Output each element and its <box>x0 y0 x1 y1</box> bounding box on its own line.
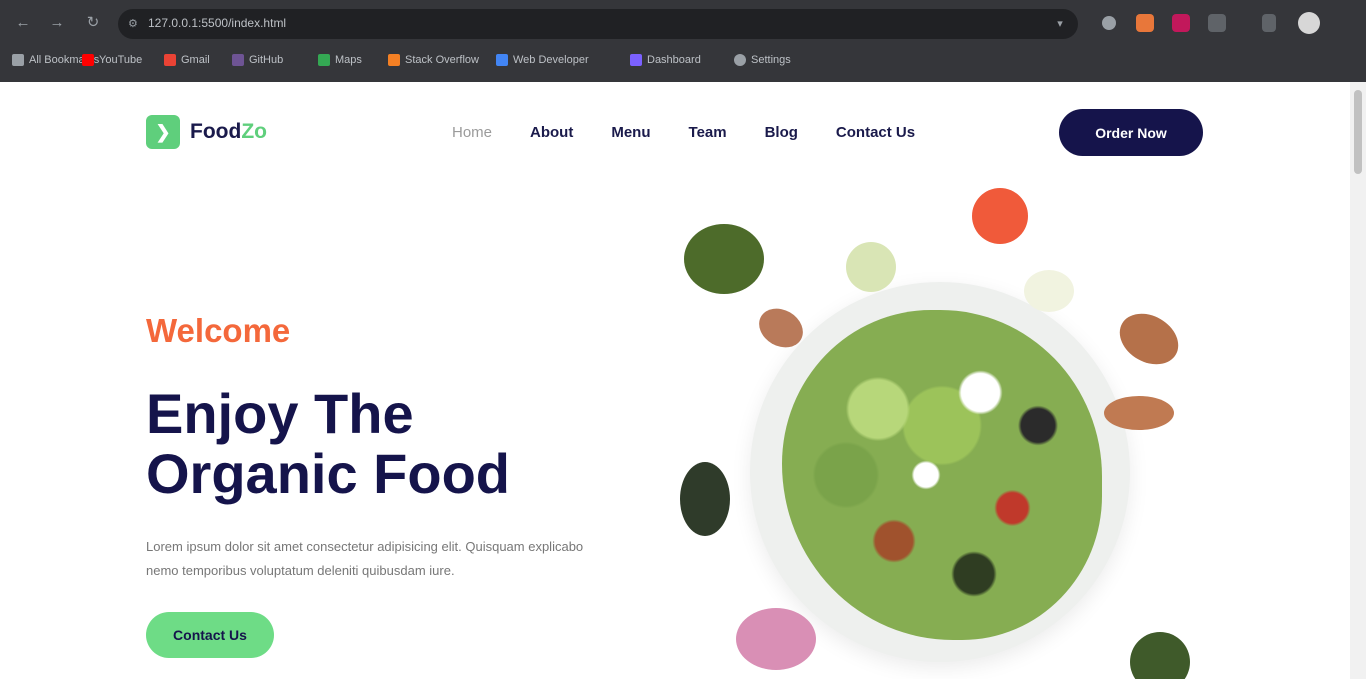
welcome-heading: Welcome <box>146 312 291 349</box>
browser-chrome: ← → ↻ ⚙ 127.0.0.1:5500/index.html ▾ All … <box>0 0 1366 82</box>
youtube-icon <box>82 54 94 66</box>
nav-home[interactable]: Home <box>452 124 492 141</box>
hero-description: Lorem ipsum dolor sit amet consectetur a… <box>146 539 584 578</box>
maps-icon <box>318 54 330 66</box>
url-text[interactable]: 127.0.0.1:5500/index.html <box>148 16 286 30</box>
extension-icon[interactable] <box>1172 14 1190 32</box>
hero-salad-image <box>670 182 1200 679</box>
forward-icon[interactable]: → <box>46 12 68 34</box>
nav-contact[interactable]: Contact Us <box>836 124 915 141</box>
almond-garnish <box>1110 303 1188 375</box>
nav-menu[interactable]: Menu <box>611 124 650 141</box>
folder-icon <box>12 54 24 66</box>
main-nav: Home About Menu Team Blog Contact Us <box>452 124 915 141</box>
calendar-icon <box>496 54 508 66</box>
sidebar-icon[interactable] <box>1262 14 1276 32</box>
cheese-garnish <box>1024 270 1074 312</box>
headline-line-1: Enjoy The <box>146 382 414 445</box>
bookmark-item[interactable]: Dashboard <box>630 52 701 68</box>
settings-icon <box>734 54 746 66</box>
nav-team[interactable]: Team <box>689 124 727 141</box>
web-page: ❯ FoodZo Home About Menu Team Blog Conta… <box>0 82 1350 679</box>
reload-icon[interactable]: ↻ <box>82 12 104 34</box>
bookmark-item[interactable]: GitHub <box>232 52 283 68</box>
stackoverflow-icon <box>388 54 400 66</box>
contact-us-button[interactable]: Contact Us <box>146 612 274 658</box>
bookmarks-bar: All Bookmarks YouTube Gmail GitHub Maps … <box>0 46 1366 74</box>
bookmark-item[interactable]: Maps <box>318 52 362 68</box>
chevron-down-icon[interactable]: ▾ <box>1052 16 1068 32</box>
onion-garnish <box>736 608 816 670</box>
scrollbar-thumb[interactable] <box>1354 90 1362 174</box>
leaf-logo-icon: ❯ <box>146 115 180 149</box>
dashboard-icon <box>630 54 642 66</box>
browser-toolbar: ← → ↻ ⚙ 127.0.0.1:5500/index.html ▾ <box>0 0 1366 46</box>
nav-blog[interactable]: Blog <box>765 124 798 141</box>
profile-avatar[interactable] <box>1298 12 1320 34</box>
logo-text: FoodZo <box>190 120 267 143</box>
herb-garnish <box>1130 632 1190 679</box>
site-logo[interactable]: ❯ FoodZo <box>146 115 267 149</box>
almond-garnish <box>1104 396 1174 430</box>
hero-headline: Enjoy The Organic Food <box>146 384 646 504</box>
cauliflower-garnish <box>846 242 896 292</box>
bookmark-item[interactable]: Stack Overflow <box>388 52 479 68</box>
site-info-icon[interactable]: ⚙ <box>128 17 142 31</box>
address-bar[interactable]: ⚙ 127.0.0.1:5500/index.html ▾ <box>118 9 1078 39</box>
spinach-leaf-garnish <box>680 462 730 536</box>
headline-line-2: Organic Food <box>146 442 510 505</box>
gmail-icon <box>164 54 176 66</box>
bookmark-item[interactable]: YouTube <box>82 52 142 68</box>
tomato-garnish <box>972 188 1028 244</box>
search-extension-icon[interactable] <box>1102 16 1116 30</box>
extension-icon[interactable] <box>1136 14 1154 32</box>
bookmark-item[interactable]: Web Developer <box>496 52 589 68</box>
back-icon[interactable]: ← <box>12 12 34 34</box>
bookmark-item[interactable]: Gmail <box>164 52 210 68</box>
broccoli-garnish <box>684 224 764 294</box>
page-scrollbar[interactable] <box>1350 82 1366 679</box>
nav-about[interactable]: About <box>530 124 573 141</box>
extensions-puzzle-icon[interactable] <box>1208 14 1226 32</box>
order-now-button[interactable]: Order Now <box>1059 109 1203 156</box>
github-icon <box>232 54 244 66</box>
bookmark-item[interactable]: Settings <box>734 52 791 68</box>
